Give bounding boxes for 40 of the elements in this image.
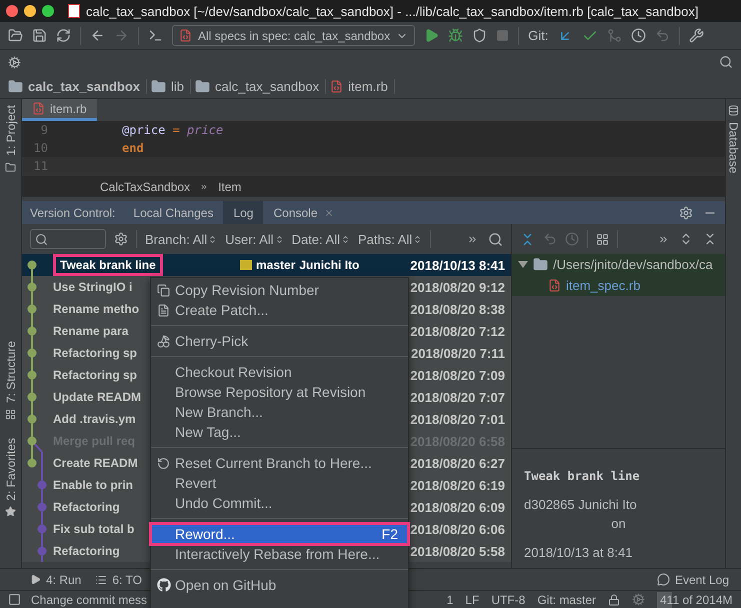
commit-date: 2018/08/20 7:01	[410, 412, 506, 426]
commit-date: 2018/08/20 7:11	[411, 346, 506, 360]
status-message: Change commit mess	[31, 592, 148, 606]
commit-message: Use StringIO i	[53, 280, 132, 294]
commit-date: 2018/08/20 7:09	[410, 368, 506, 382]
code-line: @price = price	[122, 123, 224, 137]
line-number: 10	[32, 141, 49, 155]
commit-date: 2018/08/20 6:06	[410, 522, 506, 536]
commit-message: Update READM	[53, 390, 142, 404]
code-line: end	[122, 141, 144, 155]
commit-message: Fix sub total b	[53, 522, 134, 536]
commit-message: Refactoring sp	[53, 368, 138, 382]
commit-message: Refactoring	[53, 544, 120, 558]
commit-date: 2018/10/13 8:41	[410, 258, 506, 272]
tool-window-title: Version Control:	[30, 206, 116, 220]
commit-message: Refactoring sp	[53, 346, 138, 360]
commit-date: 2018/10/13 at 8:41	[524, 545, 634, 560]
commit-date: 2018/08/20 6:27	[410, 456, 506, 470]
commit-date: 2018/08/20 7:07	[410, 390, 506, 404]
author-name: Junichi Ito	[299, 258, 360, 272]
commit-message: Refactoring	[53, 500, 120, 514]
commit-date: 2018/08/20 5:58	[410, 544, 506, 558]
commit-subject: Tweak brank line	[524, 469, 641, 483]
commit-message: Add .travis.ym	[53, 412, 136, 426]
commit-message: Tweak brank line	[53, 254, 163, 276]
commit-date: 2018/08/20 6:19	[410, 478, 506, 492]
commit-date: 2018/08/20 7:12	[410, 324, 506, 338]
commit-date: 2018/08/20 8:38	[410, 302, 506, 316]
commit-message: Enable to prin	[53, 478, 134, 492]
commit-date: 2018/08/20 6:09	[410, 500, 506, 514]
window-title: calc_tax_sandbox [~/dev/sandbox/calc_tax_sandbox] - .../lib/calc_tax_sandbox/item.rb [calc_tax_sandbox]	[86, 4, 698, 18]
commit-message: Rename metho	[53, 302, 140, 316]
git-label: Git:	[528, 28, 548, 43]
on-label: on	[611, 516, 626, 531]
branch-label: master	[256, 258, 296, 272]
commit-message: Create READM	[53, 456, 138, 470]
commit-date: 2018/08/20 9:12	[410, 280, 506, 294]
commit-message: Rename para	[53, 324, 128, 338]
commit-hash-author: d302865 Junichi Ito	[524, 497, 638, 512]
line-number: 9	[40, 123, 49, 137]
